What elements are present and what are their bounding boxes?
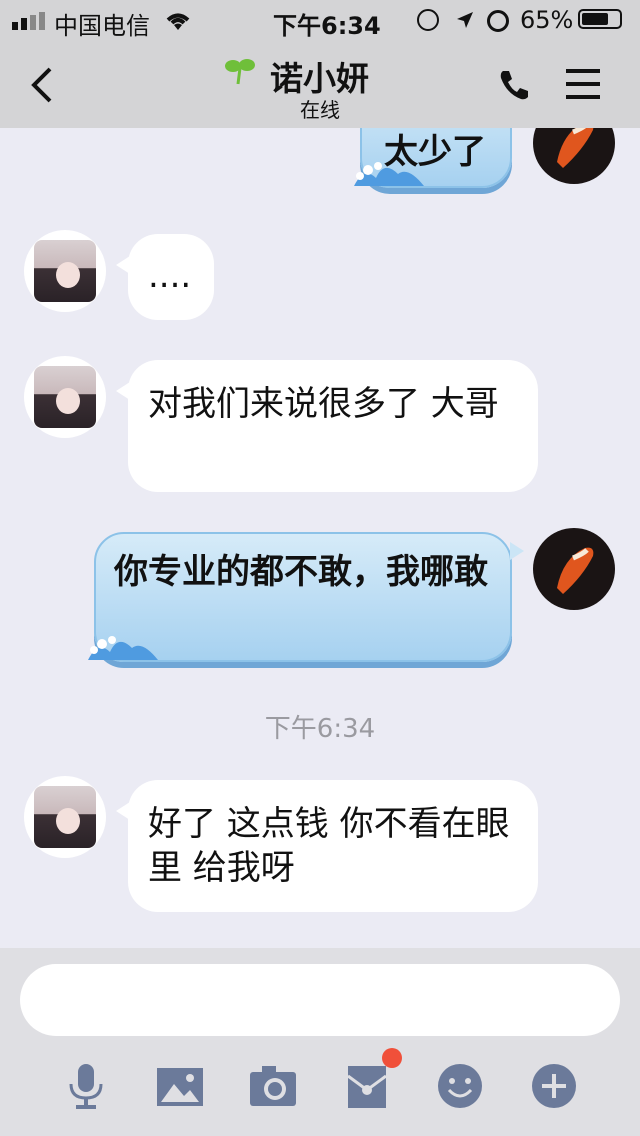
- message-text: 你专业的都不敢，我哪敢: [114, 552, 488, 592]
- red-packet-icon[interactable]: [342, 1060, 394, 1112]
- image-icon[interactable]: [154, 1060, 206, 1112]
- phone-icon[interactable]: [497, 68, 531, 102]
- notification-dot: [382, 1048, 402, 1068]
- sprout-icon: [225, 59, 255, 85]
- wave-decoration-icon: [88, 636, 158, 660]
- clock: 下午6:34: [273, 12, 381, 40]
- message-bubble-sent[interactable]: 你专业的都不敢，我哪敢: [88, 532, 524, 662]
- battery-icon: [578, 9, 622, 29]
- menu-icon[interactable]: [566, 68, 600, 100]
- message-text: 好了 这点钱 你不看在眼里 给我呀: [148, 804, 510, 888]
- wifi-icon: [166, 13, 190, 30]
- chat-header: 诺小妍 在线: [0, 40, 640, 128]
- microphone-icon[interactable]: [60, 1060, 112, 1112]
- plus-icon[interactable]: [528, 1060, 580, 1112]
- online-status: 在线: [300, 98, 340, 122]
- message-bubble-received[interactable]: 对我们来说很多了 大哥: [116, 360, 538, 492]
- orientation-lock-icon: [417, 9, 439, 31]
- my-avatar[interactable]: [533, 528, 615, 610]
- contact-avatar[interactable]: [24, 776, 106, 858]
- location-icon: [457, 12, 473, 28]
- carrier-label: 中国电信: [54, 12, 150, 40]
- status-bar: 中国电信 下午6:34 65%: [0, 0, 640, 40]
- contact-name: 诺小妍: [270, 59, 369, 98]
- contact-avatar[interactable]: [24, 356, 106, 438]
- message-bubble-sent[interactable]: 太少了: [354, 128, 512, 188]
- camera-icon[interactable]: [247, 1060, 299, 1112]
- message-bubble-received[interactable]: 好了 这点钱 你不看在眼里 给我呀: [116, 780, 538, 912]
- wave-decoration-icon: [354, 162, 424, 186]
- emoji-icon[interactable]: [434, 1060, 486, 1112]
- composer-bar: [0, 948, 640, 1136]
- message-list[interactable]: 太少了 .... 对我们来说很多了 大哥 你专业的都不敢，我哪敢 下午6:34 …: [0, 128, 640, 948]
- alarm-icon: [487, 10, 509, 32]
- message-input[interactable]: [20, 964, 620, 1036]
- message-text: ....: [148, 256, 192, 296]
- contact-avatar[interactable]: [24, 230, 106, 312]
- message-bubble-received[interactable]: ....: [116, 234, 214, 320]
- message-text: 对我们来说很多了 大哥: [148, 384, 499, 424]
- my-avatar[interactable]: [533, 128, 615, 184]
- battery-percent: 65%: [520, 6, 574, 34]
- signal-icon: [12, 12, 45, 30]
- timestamp: 下午6:34: [264, 714, 376, 744]
